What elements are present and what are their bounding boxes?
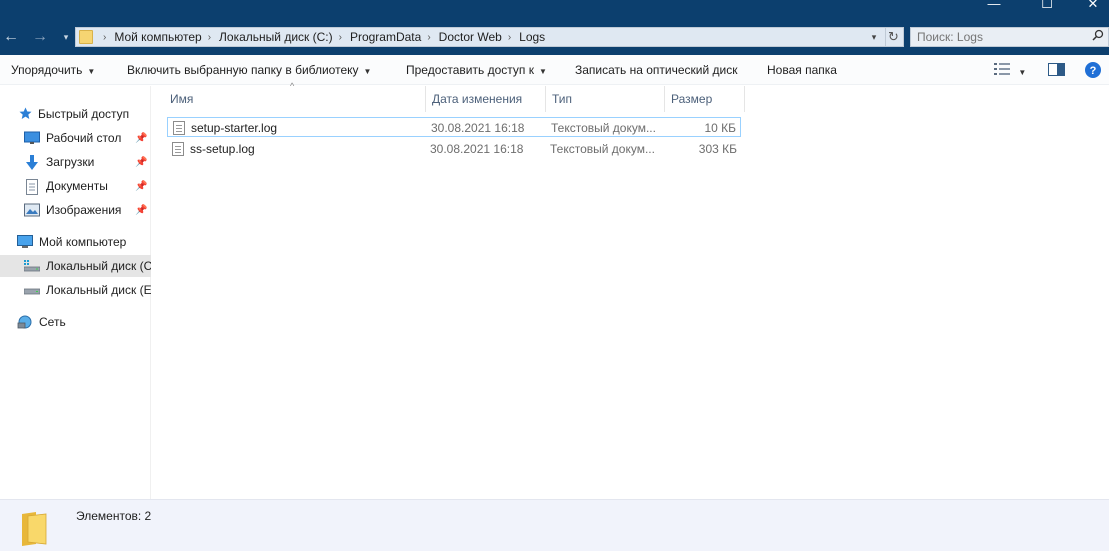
star-icon bbox=[19, 107, 32, 121]
help-icon: ? bbox=[1085, 62, 1101, 78]
search-box[interactable] bbox=[910, 27, 1109, 47]
sidebar-item-label: Локальный диск (E bbox=[46, 283, 151, 297]
svg-text:?: ? bbox=[1090, 65, 1097, 77]
title-bar: — ☐ ✕ ← → ▾ › Мой компьютер › Локальный … bbox=[0, 0, 1109, 55]
sidebar-item-label: Мой компьютер bbox=[39, 235, 127, 249]
breadcrumb-logs[interactable]: Logs bbox=[519, 30, 545, 44]
sidebar-item-quick-access[interactable]: Быстрый доступ bbox=[0, 103, 151, 125]
chevron-right-icon[interactable]: › bbox=[508, 32, 511, 43]
new-folder-button[interactable]: Новая папка bbox=[767, 63, 837, 77]
table-row[interactable]: ss-setup.log 30.08.2021 16:18 Текстовый … bbox=[167, 139, 741, 159]
sidebar-item-label: Документы bbox=[46, 179, 108, 193]
sidebar-item-label: Загрузки bbox=[46, 155, 95, 169]
drive-icon bbox=[23, 283, 41, 297]
sidebar-item-label: Рабочий стол bbox=[46, 131, 122, 145]
item-count: Элементов: 2 bbox=[76, 509, 152, 523]
pin-icon[interactable]: 📌 bbox=[135, 133, 147, 144]
sidebar-item-label: Изображения bbox=[46, 203, 122, 217]
file-date: 30.08.2021 16:18 bbox=[430, 142, 524, 156]
chevron-right-icon[interactable]: › bbox=[339, 32, 342, 43]
sidebar-item-network[interactable]: Сеть bbox=[0, 311, 151, 333]
include-in-library-label: Включить выбранную папку в библиотеку bbox=[127, 63, 359, 77]
drive-icon bbox=[23, 259, 41, 273]
chevron-right-icon[interactable]: › bbox=[208, 32, 211, 43]
sidebar-item-label: Локальный диск (C bbox=[46, 259, 151, 273]
pin-icon[interactable]: 📌 bbox=[135, 157, 147, 168]
pictures-icon bbox=[24, 203, 40, 217]
file-name[interactable]: ss-setup.log bbox=[190, 139, 255, 159]
file-date: 30.08.2021 16:18 bbox=[431, 121, 525, 135]
sidebar-item-label: Сеть bbox=[39, 315, 66, 329]
breadcrumb-doctor-web[interactable]: Doctor Web bbox=[439, 30, 502, 44]
burn-button[interactable]: Записать на оптический диск bbox=[575, 63, 738, 77]
navigation-pane: Быстрый доступ Рабочий стол Загрузки Док… bbox=[0, 86, 151, 499]
computer-icon bbox=[17, 235, 33, 249]
chevron-right-icon[interactable]: › bbox=[427, 32, 430, 43]
chevron-down-icon: ▼ bbox=[363, 67, 372, 76]
recent-locations-button[interactable]: ▾ bbox=[60, 26, 72, 48]
chevron-down-icon: ▼ bbox=[538, 67, 547, 76]
preview-pane-icon bbox=[1048, 63, 1065, 76]
close-button[interactable]: ✕ bbox=[1070, 0, 1109, 12]
file-size: 303 КБ bbox=[698, 142, 737, 156]
column-header-date[interactable]: Дата изменения bbox=[426, 86, 546, 112]
help-button[interactable]: ? bbox=[1085, 62, 1101, 81]
breadcrumb-computer[interactable]: Мой компьютер bbox=[114, 30, 201, 44]
chevron-right-icon[interactable]: › bbox=[103, 32, 106, 43]
include-in-library-button[interactable]: Включить выбранную папку в библиотеку ▼ bbox=[127, 63, 371, 77]
network-icon bbox=[17, 315, 33, 329]
share-with-label: Предоставить доступ к bbox=[406, 63, 534, 77]
search-icon[interactable] bbox=[1092, 29, 1104, 44]
organize-label: Упорядочить bbox=[11, 63, 83, 77]
refresh-icon[interactable]: ↻ bbox=[885, 28, 901, 46]
sidebar-item-documents[interactable]: Документы bbox=[0, 175, 151, 197]
sidebar-item-downloads[interactable]: Загрузки bbox=[0, 151, 151, 173]
column-header-type[interactable]: Тип bbox=[546, 86, 665, 112]
download-icon bbox=[24, 155, 40, 170]
maximize-button[interactable]: ☐ bbox=[1024, 0, 1070, 12]
text-file-icon bbox=[172, 142, 184, 156]
sidebar-item-my-computer[interactable]: Мой компьютер bbox=[0, 231, 151, 253]
minimize-button[interactable]: — bbox=[971, 0, 1017, 12]
documents-icon bbox=[24, 179, 40, 195]
folder-icon bbox=[22, 512, 47, 546]
sidebar-item-drive-e[interactable]: Локальный диск (E bbox=[0, 279, 151, 301]
table-row[interactable]: setup-starter.log 30.08.2021 16:18 Текст… bbox=[167, 117, 741, 137]
preview-pane-button[interactable] bbox=[1048, 63, 1065, 79]
file-type: Текстовый докум... bbox=[551, 121, 656, 135]
share-with-button[interactable]: Предоставить доступ к ▼ bbox=[406, 63, 547, 77]
file-size: 10 КБ bbox=[704, 121, 736, 135]
view-list-icon bbox=[994, 63, 1010, 75]
change-view-button[interactable]: ▼ bbox=[994, 63, 1026, 78]
chevron-down-icon: ▼ bbox=[87, 67, 96, 76]
column-header-size[interactable]: Размер bbox=[665, 86, 745, 112]
pin-icon[interactable]: 📌 bbox=[135, 205, 147, 216]
file-type: Текстовый докум... bbox=[550, 142, 655, 156]
desktop-icon bbox=[24, 131, 40, 145]
breadcrumb-programdata[interactable]: ProgramData bbox=[350, 30, 421, 44]
column-header-name[interactable]: Имя bbox=[164, 86, 426, 112]
sidebar-item-pictures[interactable]: Изображения bbox=[0, 199, 151, 221]
file-name[interactable]: setup-starter.log bbox=[191, 118, 277, 138]
address-history-dropdown[interactable]: ▾ bbox=[867, 28, 881, 46]
sidebar-item-drive-c[interactable]: Локальный диск (C bbox=[0, 255, 151, 277]
sidebar-item-label: Быстрый доступ bbox=[38, 107, 130, 121]
organize-button[interactable]: Упорядочить ▼ bbox=[11, 63, 95, 77]
details-pane: Элементов: 2 bbox=[0, 499, 1109, 551]
file-list: ^ Имя Дата изменения Тип Размер setup-st… bbox=[152, 81, 1109, 499]
sidebar-item-desktop[interactable]: Рабочий стол bbox=[0, 127, 151, 149]
forward-button[interactable]: → bbox=[29, 26, 51, 48]
back-button[interactable]: ← bbox=[0, 26, 22, 48]
text-file-icon bbox=[173, 121, 185, 135]
search-input[interactable] bbox=[911, 28, 1081, 46]
command-bar: Упорядочить ▼ Включить выбранную папку в … bbox=[0, 55, 1109, 85]
breadcrumb-drive-c[interactable]: Локальный диск (C:) bbox=[219, 30, 333, 44]
address-bar[interactable]: › Мой компьютер › Локальный диск (C:) › … bbox=[75, 27, 904, 47]
pin-icon[interactable]: 📌 bbox=[135, 181, 147, 192]
folder-icon bbox=[79, 30, 93, 44]
chevron-down-icon[interactable]: ▼ bbox=[1018, 68, 1026, 77]
